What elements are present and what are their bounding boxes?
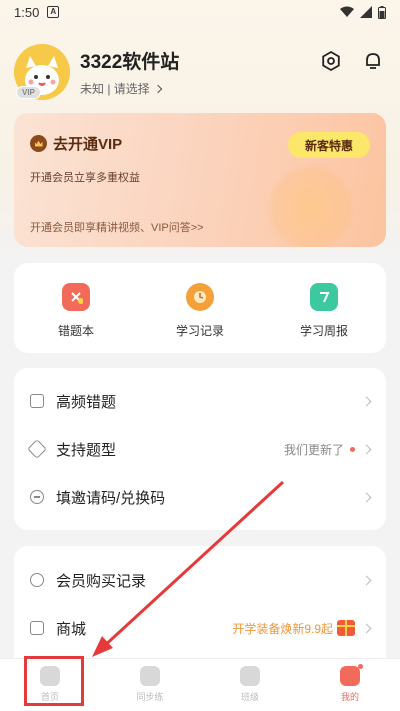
gift-icon [337, 620, 355, 636]
chevron-right-icon [361, 444, 372, 454]
store-promo-text: 开学装备焕新9.9起 [232, 621, 333, 636]
vip-decoration [266, 163, 356, 247]
menu-item-label: 商城 [56, 620, 87, 638]
minus-circle-icon [30, 490, 44, 504]
menu-item-label: 会员购买记录 [56, 572, 147, 590]
vip-badge: VIP [16, 86, 41, 99]
chevron-right-icon [361, 623, 372, 633]
vip-promo-card[interactable]: 去开通VIP 开通会员立享多重权益 新客特惠 开通会员即享精讲视频、VIP问答>… [14, 113, 386, 247]
red-dot-badge [358, 664, 363, 669]
tool-label: 学习记录 [175, 324, 224, 338]
annotation-highlight-box [24, 656, 84, 706]
clock-outline-icon [30, 573, 44, 587]
class-icon [240, 666, 260, 686]
vip-footer-link[interactable]: 开通会员即享精讲视频、VIP问答>> [30, 219, 204, 235]
tag-icon [27, 439, 47, 459]
chevron-right-icon [153, 84, 163, 93]
menu-item-purchase-history[interactable]: 会员购买记录 [14, 556, 386, 604]
bell-icon[interactable] [362, 50, 384, 72]
menu-item-label: 填邀请码/兑换码 [56, 489, 166, 507]
username: 3322软件站 [80, 52, 180, 73]
vip-title: 去开通VIP [30, 133, 122, 154]
update-notice: 我们更新了 [283, 442, 344, 457]
menu-item-label: 高频错题 [56, 393, 117, 411]
menu-item-invite-code[interactable]: 填邀请码/兑换码 [14, 473, 386, 521]
profile-icon [340, 666, 360, 686]
tool-wrong-questions[interactable]: 错题本 [14, 263, 138, 353]
red-dot-badge [350, 446, 355, 452]
header-actions [320, 50, 384, 72]
menu-item-store[interactable]: 商城 开学装备焕新9.9起 [14, 604, 386, 652]
menu-card-secondary: 会员购买记录 商城 开学装备焕新9.9起 [14, 546, 386, 658]
menu-item-frequent-errors[interactable]: 高频错题 [14, 377, 386, 425]
vip-title-text: 去开通VIP [53, 136, 123, 153]
error-list-icon [30, 394, 44, 408]
settings-icon[interactable] [320, 50, 342, 72]
nav-mine[interactable]: 我的 [300, 659, 400, 711]
status-time: 1:50 [14, 4, 40, 20]
notification-icon: A [47, 6, 60, 18]
new-customer-offer-button[interactable]: 新客特惠 [288, 132, 370, 158]
nav-label: 班级 [240, 692, 259, 702]
practice-icon [140, 666, 160, 686]
tool-label: 学习周报 [299, 324, 348, 338]
quick-tools: 错题本 学习记录 学习周报 [14, 263, 386, 353]
profile-subtitle-text: 未知 | 请选择 [80, 82, 150, 96]
clock-icon [186, 283, 214, 311]
wifi-icon [340, 6, 354, 17]
status-bar: 1:50 A [0, 0, 400, 24]
tool-label: 错题本 [57, 324, 94, 338]
chevron-right-icon [361, 492, 372, 502]
nav-label: 同步练 [136, 692, 164, 702]
tool-study-record[interactable]: 学习记录 [138, 263, 262, 353]
nav-label: 我的 [340, 692, 359, 702]
menu-card-primary: 高频错题 支持题型 我们更新了 填邀请码/兑换码 [14, 368, 386, 530]
crown-icon [30, 135, 47, 152]
vip-description: 开通会员立享多重权益 [30, 172, 140, 184]
nav-class[interactable]: 班级 [200, 659, 300, 711]
menu-item-question-types[interactable]: 支持题型 我们更新了 [14, 425, 386, 473]
profile-subtitle[interactable]: 未知 | 请选择 [80, 80, 179, 97]
store-icon [30, 621, 44, 635]
battery-icon [378, 5, 386, 19]
tool-weekly-report[interactable]: 学习周报 [262, 263, 386, 353]
nav-sync-practice[interactable]: 同步练 [100, 659, 200, 711]
chevron-right-icon [361, 396, 372, 406]
chevron-right-icon [361, 575, 372, 585]
wrong-questions-icon [62, 283, 90, 311]
weekly-report-icon [310, 283, 338, 311]
menu-item-label: 支持题型 [56, 441, 117, 459]
signal-icon [360, 6, 372, 18]
